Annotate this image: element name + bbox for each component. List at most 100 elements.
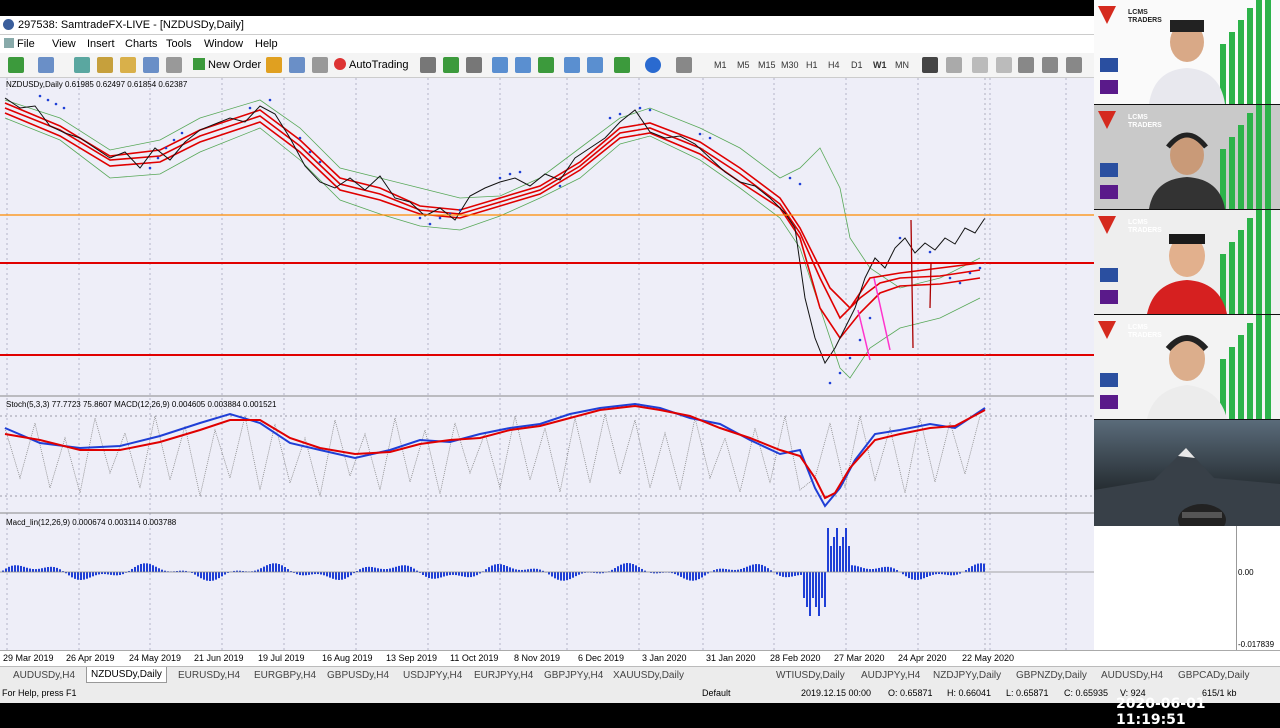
chart-tab[interactable]: AUDUSDy,H4 — [13, 670, 75, 681]
chart-tab[interactable]: EURUSDy,H4 — [178, 670, 240, 681]
timeframe-m15[interactable]: M15 — [758, 60, 776, 70]
tile-windows-icon[interactable] — [538, 57, 554, 73]
menu-view[interactable]: View — [52, 38, 76, 50]
terminal-icon[interactable] — [143, 57, 159, 73]
timeframe-d1[interactable]: D1 — [851, 60, 863, 70]
profiles-icon[interactable] — [38, 57, 54, 73]
macd-histogram-bar — [494, 564, 496, 572]
periods-icon[interactable] — [645, 57, 661, 73]
horizontal-line-icon[interactable] — [996, 57, 1012, 73]
crosshair-icon[interactable] — [946, 57, 962, 73]
chart-tab[interactable]: GBPJPYy,H4 — [544, 670, 603, 681]
data-window-icon[interactable] — [97, 57, 113, 73]
line-chart-icon[interactable] — [466, 57, 482, 73]
signals-icon[interactable] — [289, 57, 305, 73]
timeframe-w1[interactable]: W1 — [873, 60, 887, 70]
macd-histogram-bar — [575, 572, 577, 576]
menu-insert[interactable]: Insert — [87, 38, 115, 50]
chart-canvas[interactable] — [0, 78, 1094, 650]
chart-tab-active[interactable]: NZDUSDy,Daily — [86, 667, 167, 683]
macd-histogram-bar — [272, 563, 274, 572]
chart-tab[interactable]: AUDJPYy,H4 — [861, 670, 920, 681]
channel-icon[interactable] — [1042, 57, 1058, 73]
timeframe-mn[interactable]: MN — [895, 60, 909, 70]
chart-tab[interactable]: GBPNZDy,Daily — [1016, 670, 1087, 681]
chart-window[interactable]: NZDUSDy,Daily 0.61985 0.62497 0.61854 0.… — [0, 78, 1094, 650]
macd-histogram-bar — [431, 572, 433, 579]
market-watch-icon[interactable] — [74, 57, 90, 73]
bar-chart-icon[interactable] — [420, 57, 436, 73]
magenta-trendlines[interactable] — [858, 278, 890, 360]
trendline-icon[interactable] — [1018, 57, 1034, 73]
metaeditor-icon[interactable] — [266, 57, 282, 73]
macd-histogram-bar — [275, 563, 277, 572]
navigator-icon[interactable] — [120, 57, 136, 73]
participant-tile[interactable] — [1094, 420, 1280, 526]
macd-histogram-bar — [41, 568, 43, 572]
zoom-in-icon[interactable] — [492, 57, 508, 73]
macd-histogram-bar — [572, 572, 574, 578]
macd-histogram-bar — [557, 572, 559, 580]
chart-shift-icon[interactable] — [587, 57, 603, 73]
macd-histogram-bar — [197, 572, 199, 576]
participant-tile[interactable]: LCMSTRADERS — [1094, 0, 1280, 104]
fibonacci-icon[interactable] — [1066, 57, 1082, 73]
parabolic-sar-dots — [39, 95, 982, 385]
macd-histogram-bar — [809, 572, 811, 616]
chart-tab[interactable]: XAUUSDy,Daily — [613, 670, 684, 681]
indicators-icon[interactable] — [614, 57, 630, 73]
macd-histogram-bar — [218, 572, 220, 578]
timeframe-m1[interactable]: M1 — [714, 60, 727, 70]
macd-histogram-bar — [701, 572, 703, 577]
macd-histogram-bar — [617, 566, 619, 572]
macd-histogram-bar — [797, 572, 799, 575]
macd-histogram-bar — [974, 565, 976, 572]
macd-histogram-bar — [335, 572, 337, 580]
macd-histogram-bar — [458, 572, 460, 576]
timeframe-m30[interactable]: M30 — [781, 60, 799, 70]
market-icon[interactable] — [312, 57, 328, 73]
tester-icon[interactable] — [166, 57, 182, 73]
chart-tab[interactable]: EURGBPy,H4 — [254, 670, 316, 681]
autoscroll-icon[interactable] — [564, 57, 580, 73]
macd-histogram-bar — [326, 572, 328, 576]
cursor-icon[interactable] — [922, 57, 938, 73]
chart-tab[interactable]: NZDJPYy,Daily — [933, 670, 1001, 681]
chart-tab[interactable]: USDJPYy,H4 — [403, 670, 462, 681]
chart-tab[interactable]: AUDUSDy,H4 — [1101, 670, 1163, 681]
macd-histogram-bar — [143, 563, 145, 572]
new-chart-icon[interactable] — [8, 57, 24, 73]
macd-histogram-bar — [551, 572, 553, 577]
macd-histogram-bar — [845, 528, 847, 572]
candlestick-icon[interactable] — [443, 57, 459, 73]
autotrading-button[interactable]: AutoTrading — [334, 57, 414, 73]
timeframe-m5[interactable]: M5 — [737, 60, 750, 70]
menu-help[interactable]: Help — [255, 38, 278, 50]
macd-histogram-bar — [47, 567, 49, 572]
menu-window[interactable]: Window — [204, 38, 243, 50]
macd-histogram-bar — [374, 568, 376, 572]
macd-histogram-bar — [389, 568, 391, 572]
zoom-out-icon[interactable] — [515, 57, 531, 73]
macd-histogram-bar — [917, 572, 919, 580]
macd-histogram-bar — [563, 572, 565, 581]
menu-charts[interactable]: Charts — [125, 38, 157, 50]
chart-tab[interactable]: EURJPYy,H4 — [474, 670, 533, 681]
participant-tile[interactable]: LCMSTRADERS — [1094, 210, 1280, 314]
chart-tab[interactable]: GBPCADy,Daily — [1178, 670, 1250, 681]
vertical-line-icon[interactable] — [972, 57, 988, 73]
macd-histogram-bar — [95, 572, 97, 575]
chart-tab[interactable]: GBPUSDy,H4 — [327, 670, 389, 681]
chart-tab[interactable]: WTIUSDy,Daily — [776, 670, 845, 681]
menu-file[interactable]: File — [4, 38, 35, 50]
timeframe-h4[interactable]: H4 — [828, 60, 840, 70]
participant-tile[interactable]: LCMSTRADERS — [1094, 315, 1280, 419]
participant-tile[interactable]: LCMSTRADERS — [1094, 105, 1280, 209]
macd-histogram-bar — [206, 572, 208, 581]
macd-histogram-bar — [638, 567, 640, 572]
timeframe-h1[interactable]: H1 — [806, 60, 818, 70]
menu-bar: File View Insert Charts Tools Window Hel… — [0, 35, 1094, 53]
templates-icon[interactable] — [676, 57, 692, 73]
new-order-button[interactable]: New Order — [193, 57, 263, 73]
menu-tools[interactable]: Tools — [166, 38, 192, 50]
